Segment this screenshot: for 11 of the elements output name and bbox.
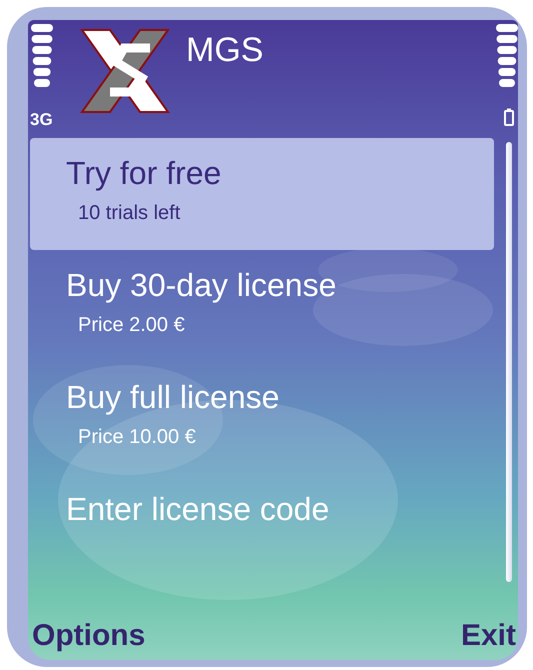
battery-level-icon (496, 24, 518, 88)
options-softkey[interactable]: Options (32, 618, 146, 654)
app-title: MGS (186, 30, 264, 71)
menu-item[interactable]: Try for free 10 trials left (30, 138, 494, 250)
menu-item[interactable]: Buy 30-day license Price 2.00 € (30, 250, 494, 362)
scrollbar[interactable] (506, 142, 512, 582)
logo-icon (80, 28, 170, 114)
network-label: 3G (30, 110, 53, 130)
signal-icon (30, 24, 54, 88)
exit-softkey[interactable]: Exit (460, 618, 516, 654)
battery-icon (504, 108, 514, 126)
